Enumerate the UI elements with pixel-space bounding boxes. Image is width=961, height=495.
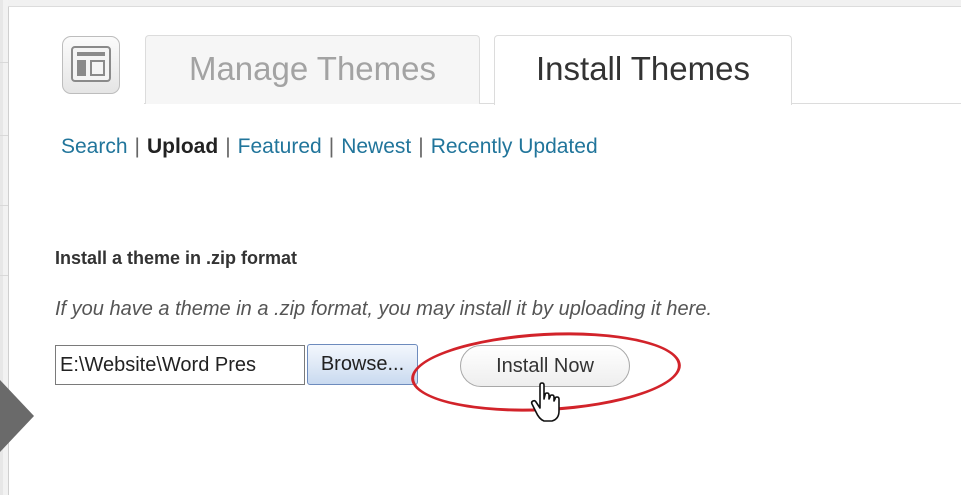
tab-install-themes[interactable]: Install Themes [494,35,792,105]
top-border [8,0,961,7]
subnav-search-link[interactable]: Search [61,135,128,158]
subnav-upload-current: Upload [147,135,219,158]
layout-glyph [71,46,111,82]
subnav-featured-link[interactable]: Featured [238,135,322,158]
subnav-separator: | [134,135,141,158]
install-subnav: Search | Upload | Featured | Newest | Recently U… [61,135,598,159]
install-now-button[interactable]: Install Now [460,345,630,387]
subnav-newest-link[interactable]: Newest [341,135,411,158]
collapse-arrow-icon[interactable] [0,380,34,452]
tab-manage-themes[interactable]: Manage Themes [145,35,480,104]
subnav-separator: | [418,135,424,158]
subnav-separator: | [328,135,335,158]
appearance-icon [62,36,120,94]
menu-separator [0,62,8,63]
menu-separator [0,205,8,206]
upload-section-title: Install a theme in .zip format [55,248,298,268]
browse-button[interactable]: Browse... [307,344,418,385]
menu-separator [0,275,8,276]
upload-help-text: If you have a theme in a .zip format, yo… [55,298,713,320]
theme-file-input[interactable]: E:\Website\Word Pres [55,345,305,385]
subnav-recently-updated-link[interactable]: Recently Updated [431,135,598,158]
hand-pointer-icon [530,382,560,422]
subnav-separator: | [225,135,231,158]
menu-separator [0,135,8,136]
